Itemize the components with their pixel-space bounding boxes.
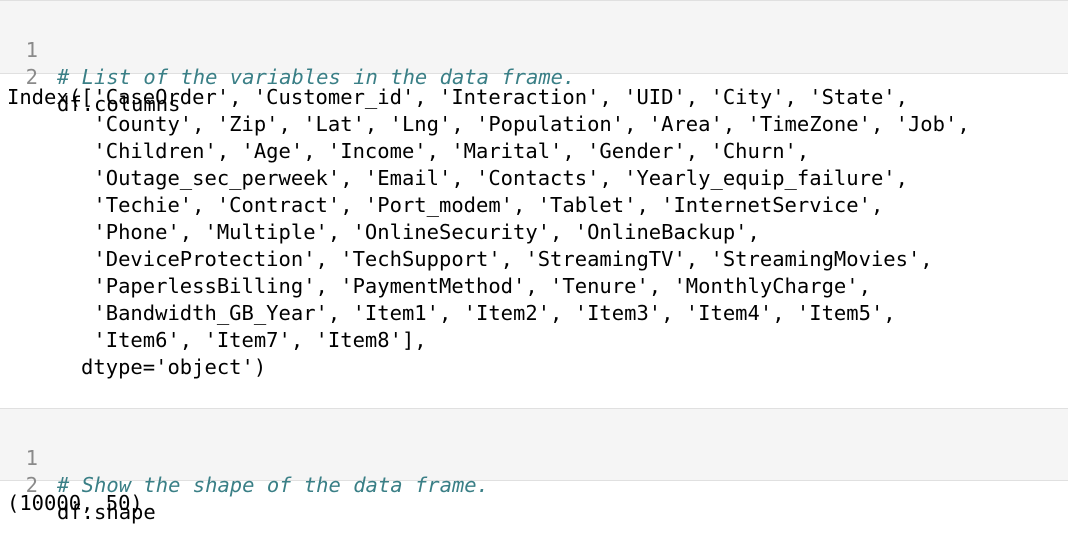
- code-line-2: 2 df.columns: [0, 37, 181, 116]
- code-line-2: 2 df.shape: [0, 445, 156, 524]
- code-cell-input-columns[interactable]: 1 # List of the variables in the data fr…: [0, 0, 1068, 116]
- cell-output-shape: (10000, 50): [7, 491, 143, 515]
- code-line-1: 1 # Show the shape of the data frame.: [0, 418, 489, 497]
- code-line-1: 1 # List of the variables in the data fr…: [0, 10, 576, 89]
- code-cell-input-shape[interactable]: 1 # Show the shape of the data frame. 2 …: [0, 408, 1068, 524]
- cell-output-columns: Index(['CaseOrder', 'Customer_id', 'Inte…: [7, 85, 970, 379]
